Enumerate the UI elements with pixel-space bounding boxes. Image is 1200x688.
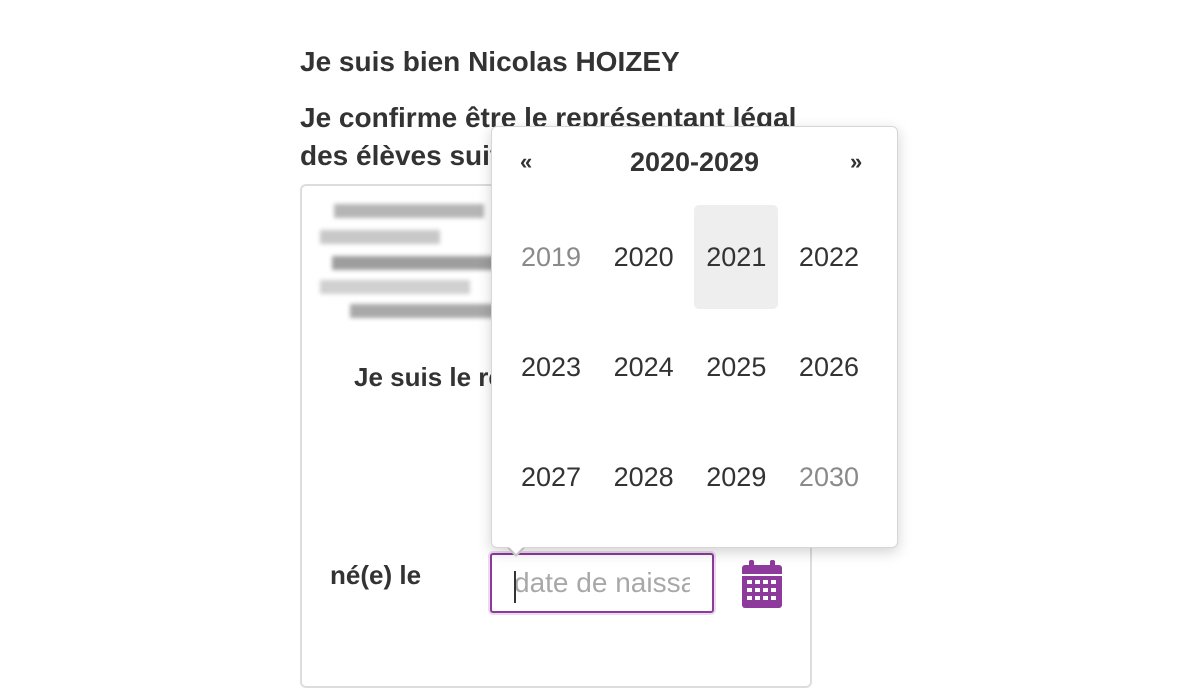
year-cell[interactable]: 2020 xyxy=(602,205,686,309)
previous-decade-button[interactable]: « xyxy=(520,149,532,175)
next-decade-button[interactable]: » xyxy=(850,149,862,175)
representative-role-text: Je suis le re xyxy=(354,362,503,392)
calendar-icon[interactable] xyxy=(740,560,784,610)
text-caret xyxy=(514,571,516,603)
year-cell[interactable]: 2019 xyxy=(509,205,593,309)
year-cell[interactable]: 2027 xyxy=(509,425,593,529)
birth-date-input[interactable] xyxy=(490,553,714,613)
birth-date-label: né(e) le xyxy=(330,560,422,590)
year-datepicker: « 2020-2029 » 2019 2020 2021 2022 2023 2… xyxy=(491,126,898,548)
year-cell[interactable]: 2023 xyxy=(509,315,593,419)
decade-title[interactable]: 2020-2029 xyxy=(552,147,837,178)
year-cell[interactable]: 2028 xyxy=(602,425,686,529)
year-cell[interactable]: 2024 xyxy=(602,315,686,419)
datepicker-pointer-fill xyxy=(507,545,525,554)
year-cell[interactable]: 2022 xyxy=(787,205,871,309)
year-cell[interactable]: 2029 xyxy=(694,425,778,529)
year-cell[interactable]: 2025 xyxy=(694,315,778,419)
identity-heading: Je suis bien Nicolas HOIZEY xyxy=(300,46,680,77)
blurred-student-info xyxy=(320,200,512,326)
year-cell[interactable]: 2026 xyxy=(787,315,871,419)
year-cell[interactable]: 2021 xyxy=(694,205,779,309)
year-grid: 2019 2020 2021 2022 2023 2024 2025 2026 … xyxy=(509,205,881,529)
year-cell[interactable]: 2030 xyxy=(787,425,871,529)
